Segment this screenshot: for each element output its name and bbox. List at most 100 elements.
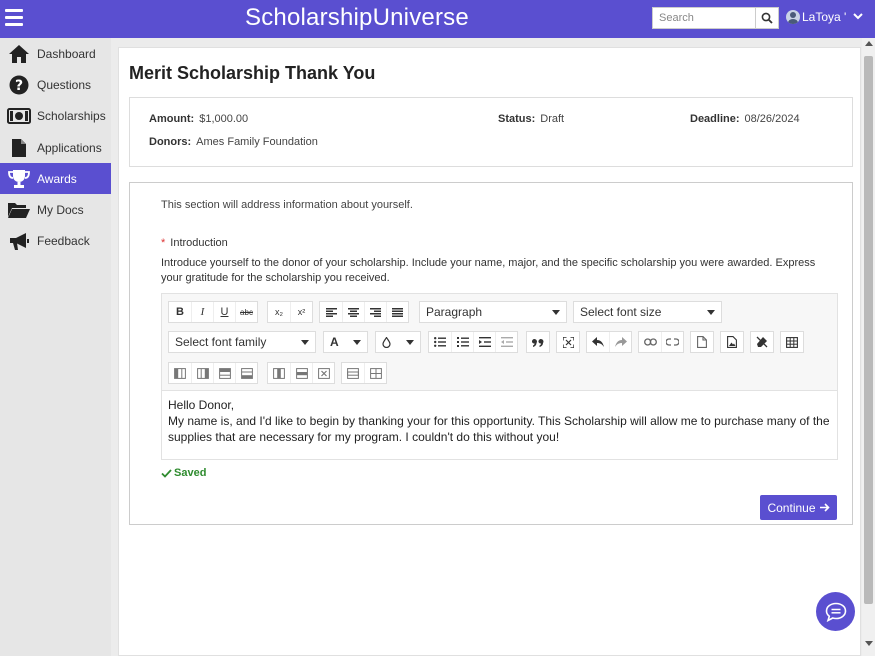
bold-button[interactable]: B bbox=[169, 302, 191, 322]
search-input[interactable] bbox=[652, 7, 755, 29]
table-insert-row-above-button[interactable] bbox=[213, 363, 235, 383]
redo-icon bbox=[614, 337, 627, 347]
font-family-select[interactable]: Select font family bbox=[168, 331, 316, 353]
align-center-button[interactable] bbox=[342, 302, 364, 322]
table-delete-button[interactable] bbox=[312, 363, 334, 383]
sidebar-item-questions[interactable]: ? Questions bbox=[0, 69, 111, 100]
italic-button[interactable]: I bbox=[191, 302, 213, 322]
align-center-icon bbox=[348, 307, 359, 317]
numbered-list-button[interactable] bbox=[451, 332, 473, 352]
fullscreen-button[interactable] bbox=[557, 332, 579, 352]
clear-format-button[interactable] bbox=[751, 332, 773, 352]
sidebar-item-feedback[interactable]: Feedback bbox=[0, 226, 111, 257]
outdent-button[interactable] bbox=[495, 332, 517, 352]
continue-button[interactable]: Continue bbox=[760, 495, 837, 520]
page-title: Merit Scholarship Thank You bbox=[129, 63, 376, 83]
sidebar-item-my-docs[interactable]: My Docs bbox=[0, 194, 111, 225]
insert-link-button[interactable] bbox=[639, 332, 661, 352]
undo-button[interactable] bbox=[587, 332, 609, 352]
sidebar-item-scholarships[interactable]: Scholarships bbox=[0, 101, 111, 132]
align-right-button[interactable] bbox=[364, 302, 386, 322]
bullet-list-icon bbox=[434, 337, 446, 347]
table-insert-column-left-button[interactable] bbox=[169, 363, 191, 383]
align-justify-button[interactable] bbox=[386, 302, 408, 322]
table-row-col-group bbox=[168, 362, 258, 384]
remove-link-button[interactable] bbox=[661, 332, 683, 352]
saved-status: Saved bbox=[161, 467, 206, 479]
unlink-icon bbox=[666, 338, 679, 346]
font-color-select[interactable]: A bbox=[323, 331, 368, 353]
redo-button[interactable] bbox=[609, 332, 631, 352]
align-left-icon bbox=[325, 307, 337, 317]
insert-file-button[interactable] bbox=[691, 332, 713, 352]
subscript-button[interactable]: x₂ bbox=[268, 302, 290, 322]
user-menu[interactable]: LaToya ' bbox=[786, 10, 846, 24]
search-button[interactable] bbox=[755, 7, 779, 29]
chevron-down-icon[interactable] bbox=[852, 10, 864, 22]
table-insert-column-right-button[interactable] bbox=[191, 363, 213, 383]
sidebar-item-awards[interactable]: Awards bbox=[0, 163, 111, 195]
strikethrough-button[interactable]: abc bbox=[235, 302, 257, 322]
scrollbar-thumb[interactable] bbox=[864, 56, 873, 604]
table-split-cells-button[interactable] bbox=[364, 363, 386, 383]
top-bar: ScholarshipUniverse LaToya ' bbox=[0, 0, 875, 38]
deadline-info: Deadline: 08/26/2024 bbox=[690, 113, 800, 125]
page-scrollbar[interactable] bbox=[862, 38, 875, 656]
folder-open-icon bbox=[7, 203, 30, 219]
svg-text:?: ? bbox=[14, 78, 22, 94]
scroll-down-arrow-icon[interactable] bbox=[865, 641, 873, 646]
table-delete-row-button[interactable] bbox=[290, 363, 312, 383]
sidebar-item-dashboard[interactable]: Dashboard bbox=[0, 38, 111, 69]
superscript-button[interactable]: x² bbox=[290, 302, 312, 322]
block-format-select[interactable]: Paragraph bbox=[419, 301, 567, 323]
table-split-icon bbox=[369, 367, 382, 379]
table-insert-row-below-button[interactable] bbox=[235, 363, 257, 383]
table-delete-column-button[interactable] bbox=[268, 363, 290, 383]
background-color-select[interactable] bbox=[375, 331, 421, 353]
question-icon: ? bbox=[9, 75, 28, 95]
insert-table-button[interactable] bbox=[781, 332, 803, 352]
insert-file-group bbox=[690, 331, 714, 353]
align-right-icon bbox=[370, 307, 381, 317]
blockquote-group bbox=[526, 331, 550, 353]
insert-table-group bbox=[780, 331, 804, 353]
chevron-down-icon bbox=[552, 309, 560, 315]
align-left-button[interactable] bbox=[320, 302, 342, 322]
undo-icon bbox=[592, 337, 604, 347]
form-card: This section will address information ab… bbox=[129, 182, 853, 525]
status-info: Status: Draft bbox=[498, 113, 565, 125]
arrow-right-icon bbox=[819, 503, 830, 512]
sidebar-item-applications[interactable]: Applications bbox=[0, 132, 111, 163]
section-note: This section will address information ab… bbox=[161, 199, 413, 211]
indent-button[interactable] bbox=[473, 332, 495, 352]
scroll-up-arrow-icon[interactable] bbox=[865, 41, 873, 46]
chat-button[interactable] bbox=[816, 592, 855, 631]
font-size-select[interactable]: Select font size bbox=[573, 301, 722, 323]
table-merge-cells-button[interactable] bbox=[342, 363, 364, 383]
chevron-down-icon bbox=[353, 339, 361, 345]
search-icon bbox=[761, 12, 773, 24]
checkmark-icon bbox=[161, 468, 172, 478]
sidebar-item-label: Awards bbox=[37, 171, 77, 186]
home-icon bbox=[8, 44, 29, 63]
table-delete-row-icon bbox=[295, 367, 308, 379]
table-delete-column-icon bbox=[273, 367, 285, 379]
script-group: x₂ x² bbox=[267, 301, 313, 323]
insert-image-button[interactable] bbox=[721, 332, 743, 352]
bullet-list-button[interactable] bbox=[429, 332, 451, 352]
brand-title[interactable]: ScholarshipUniverse bbox=[245, 4, 469, 32]
numbered-list-icon bbox=[456, 337, 469, 347]
amount-info: Amount: $1,000.00 bbox=[149, 113, 249, 125]
editor-content-area[interactable]: Hello Donor, My name is, and I'd like to… bbox=[162, 391, 837, 451]
table-row-below-icon bbox=[240, 367, 253, 379]
history-group bbox=[586, 331, 632, 353]
blockquote-button[interactable] bbox=[527, 332, 549, 352]
required-mark: * bbox=[161, 237, 166, 249]
eraser-icon bbox=[756, 336, 768, 348]
chevron-down-icon bbox=[406, 339, 414, 345]
underline-button[interactable]: U bbox=[213, 302, 235, 322]
table-column-right-icon bbox=[196, 367, 209, 379]
fullscreen-group bbox=[556, 331, 580, 353]
hamburger-menu-icon[interactable] bbox=[5, 9, 23, 27]
table-delete-group bbox=[267, 362, 335, 384]
